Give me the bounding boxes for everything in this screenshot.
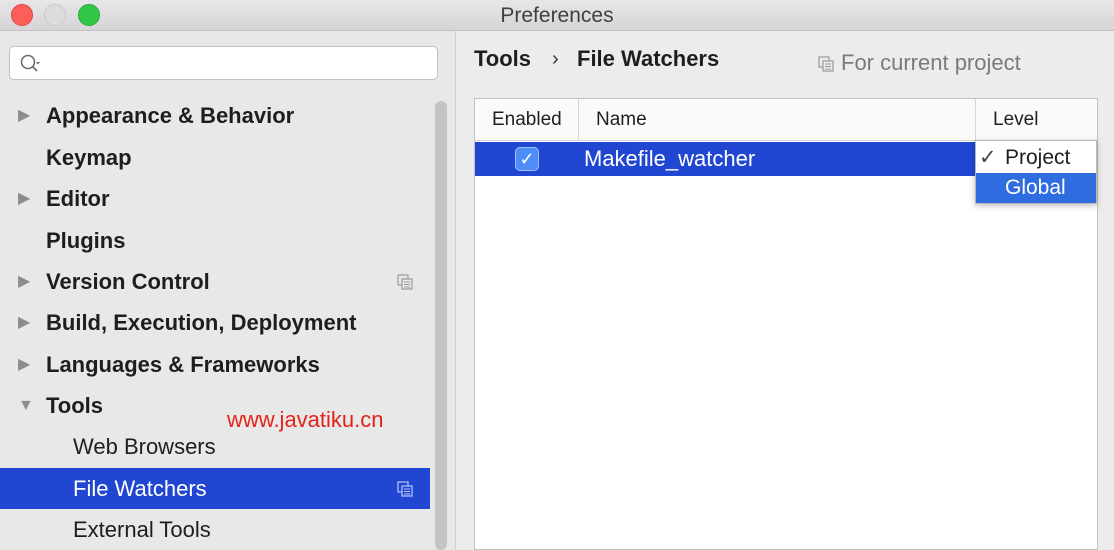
project-settings-icon — [818, 56, 834, 72]
expand-arrow-icon[interactable]: ▶ — [18, 302, 34, 343]
column-header-enabled[interactable]: Enabled — [492, 99, 562, 140]
sidebar-item-appearance-behavior[interactable]: ▶ Appearance & Behavior — [0, 95, 430, 136]
sidebar-item-plugins[interactable]: Plugins — [0, 220, 430, 261]
column-divider[interactable] — [578, 99, 579, 140]
title-bar: Preferences — [0, 0, 1114, 31]
table-header: Enabled Name Level — [475, 99, 1097, 141]
search-input[interactable] — [9, 46, 438, 80]
level-option-global[interactable]: Global — [976, 173, 1096, 203]
project-settings-icon — [397, 481, 413, 497]
expand-arrow-icon[interactable]: ▶ — [18, 95, 34, 136]
sidebar-item-version-control[interactable]: ▶ Version Control — [0, 261, 430, 302]
checkmark-icon: ✓ — [979, 146, 997, 169]
watermark-text: www.javatiku.cn — [227, 407, 384, 432]
watcher-name: Makefile_watcher — [584, 146, 756, 171]
expand-arrow-icon[interactable]: ▶ — [18, 178, 34, 219]
settings-sidebar: ▶ Appearance & Behavior Keymap ▶ Editor … — [0, 31, 456, 550]
expand-arrow-icon[interactable]: ▶ — [18, 261, 34, 302]
level-dropdown[interactable]: ✓ Project Global — [975, 140, 1097, 204]
project-settings-icon — [397, 274, 413, 290]
window-title: Preferences — [500, 4, 614, 27]
enabled-checkbox[interactable]: ✓ — [515, 147, 539, 171]
search-icon[interactable] — [19, 53, 41, 75]
sidebar-item-languages-frameworks[interactable]: ▶ Languages & Frameworks — [0, 344, 430, 385]
sidebar-item-file-watchers[interactable]: File Watchers — [0, 468, 430, 509]
column-divider[interactable] — [975, 99, 976, 140]
collapse-arrow-icon[interactable]: ▼ — [18, 385, 34, 426]
sidebar-scrollbar[interactable] — [435, 101, 447, 550]
sidebar-item-build-execution-deployment[interactable]: ▶ Build, Execution, Deployment — [0, 302, 430, 343]
breadcrumb-separator-icon: › — [552, 48, 559, 70]
level-option-project[interactable]: ✓ Project — [976, 143, 1096, 173]
page-title: File Watchers — [577, 46, 720, 71]
column-header-name[interactable]: Name — [596, 99, 647, 140]
expand-arrow-icon[interactable]: ▶ — [18, 344, 34, 385]
breadcrumb-parent[interactable]: Tools — [474, 46, 531, 72]
table-row[interactable]: ✓ Makefile_watcher — [475, 142, 975, 176]
sidebar-item-keymap[interactable]: Keymap — [0, 137, 430, 178]
sidebar-item-editor[interactable]: ▶ Editor — [0, 178, 430, 219]
column-header-level[interactable]: Level — [993, 99, 1038, 140]
scope-label: For current project — [841, 50, 1021, 75]
sidebar-item-external-tools[interactable]: External Tools — [0, 509, 430, 550]
